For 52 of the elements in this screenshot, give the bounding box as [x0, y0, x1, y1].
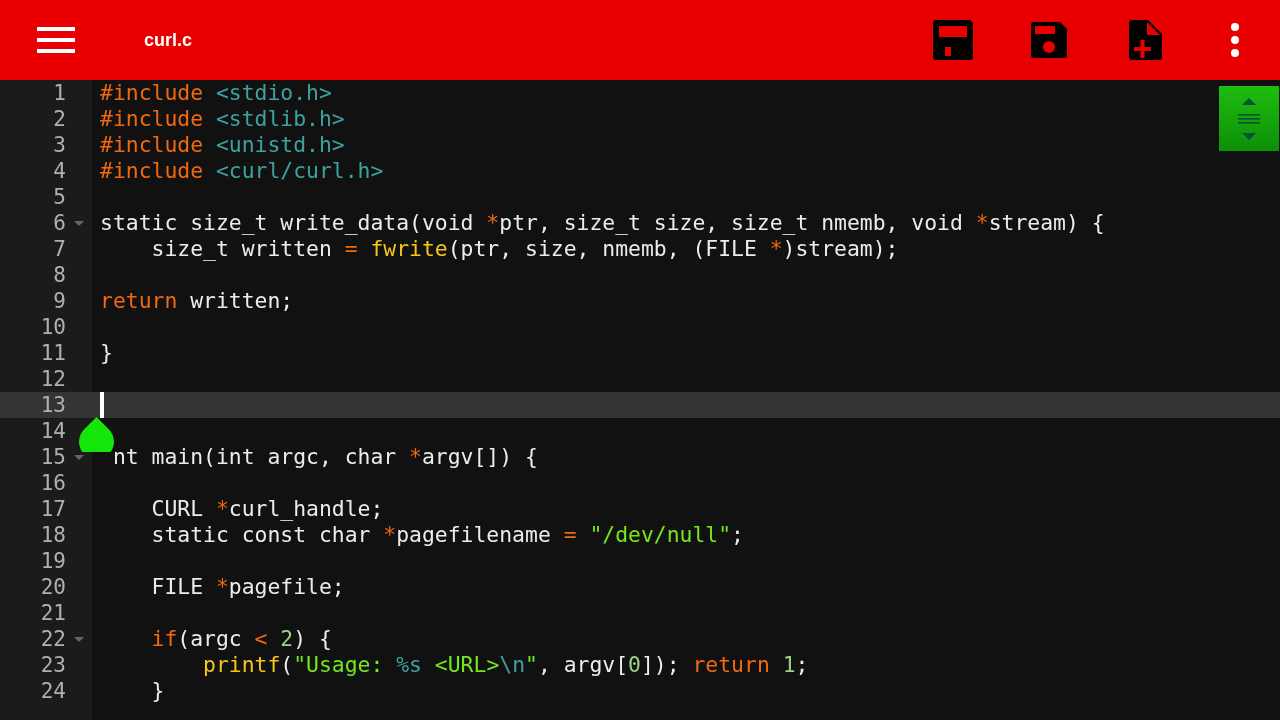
- line-number: 16: [39, 470, 66, 496]
- line-number: 11: [39, 340, 66, 366]
- cursor-handle[interactable]: [79, 417, 114, 452]
- code-line: FILE *pagefile;: [150, 574, 345, 599]
- fold-icon[interactable]: [74, 636, 84, 642]
- line-number: 22: [39, 626, 66, 652]
- code-line: if(argc < 2) {: [150, 626, 332, 651]
- line-number: 2: [52, 106, 66, 132]
- code-line: #include <stdio.h>: [100, 80, 332, 105]
- line-number: 10: [39, 314, 66, 340]
- save-icon[interactable]: [933, 20, 973, 60]
- save-as-icon[interactable]: [1031, 22, 1067, 58]
- line-number: 17: [39, 496, 66, 522]
- line-number: 3: [52, 132, 66, 158]
- line-number: 21: [39, 600, 66, 626]
- scroll-thumb[interactable]: [1219, 86, 1279, 151]
- line-number: 23: [39, 652, 66, 678]
- line-number: 7: [52, 236, 66, 262]
- file-title: curl.c: [144, 29, 193, 51]
- code-line: #include <curl/curl.h>: [100, 158, 384, 183]
- menu-icon[interactable]: [37, 27, 75, 53]
- line-number: 15: [39, 444, 66, 470]
- fold-icon[interactable]: [74, 454, 84, 460]
- code-line: CURL *curl_handle;: [150, 496, 384, 521]
- fold-icon[interactable]: [74, 220, 84, 226]
- line-number: 6: [52, 210, 66, 236]
- line-number: 12: [39, 366, 66, 392]
- line-number: 20: [39, 574, 66, 600]
- new-file-icon[interactable]: [1129, 20, 1162, 60]
- text-cursor: [100, 392, 104, 418]
- line-number: 19: [39, 548, 66, 574]
- code-line: #include <stdlib.h>: [100, 106, 345, 131]
- scroll-arrows-icon: [1237, 96, 1261, 141]
- line-number: 24: [39, 678, 66, 704]
- more-icon[interactable]: [1230, 23, 1240, 57]
- line-number: 4: [52, 158, 66, 184]
- line-number: 14: [39, 418, 66, 444]
- line-number: 13: [39, 392, 66, 418]
- code-line: static const char *pagefilename = "/dev/null";: [150, 522, 744, 547]
- code-line: #include <unistd.h>: [100, 132, 345, 157]
- line-number: 5: [52, 184, 66, 210]
- code-line: size_t written = fwrite(ptr, size, nmemb, (FILE *)stream);: [150, 236, 899, 261]
- code-line: nt main(int argc, char *argv[]) {: [111, 444, 538, 469]
- line-number: 9: [52, 288, 66, 314]
- line-number: 18: [39, 522, 66, 548]
- code-line: printf("Usage: %s <URL>\n", argv[0]); return 1;: [202, 652, 809, 677]
- line-number: 1: [52, 80, 66, 106]
- code-line: }: [100, 340, 113, 365]
- code-line: return written;: [100, 288, 294, 313]
- code-line: static size_t write_data(void *ptr, size_t size, size_t nmemb, void *stream) {: [100, 210, 1105, 235]
- line-number: 8: [52, 262, 66, 288]
- code-line: }: [150, 678, 165, 703]
